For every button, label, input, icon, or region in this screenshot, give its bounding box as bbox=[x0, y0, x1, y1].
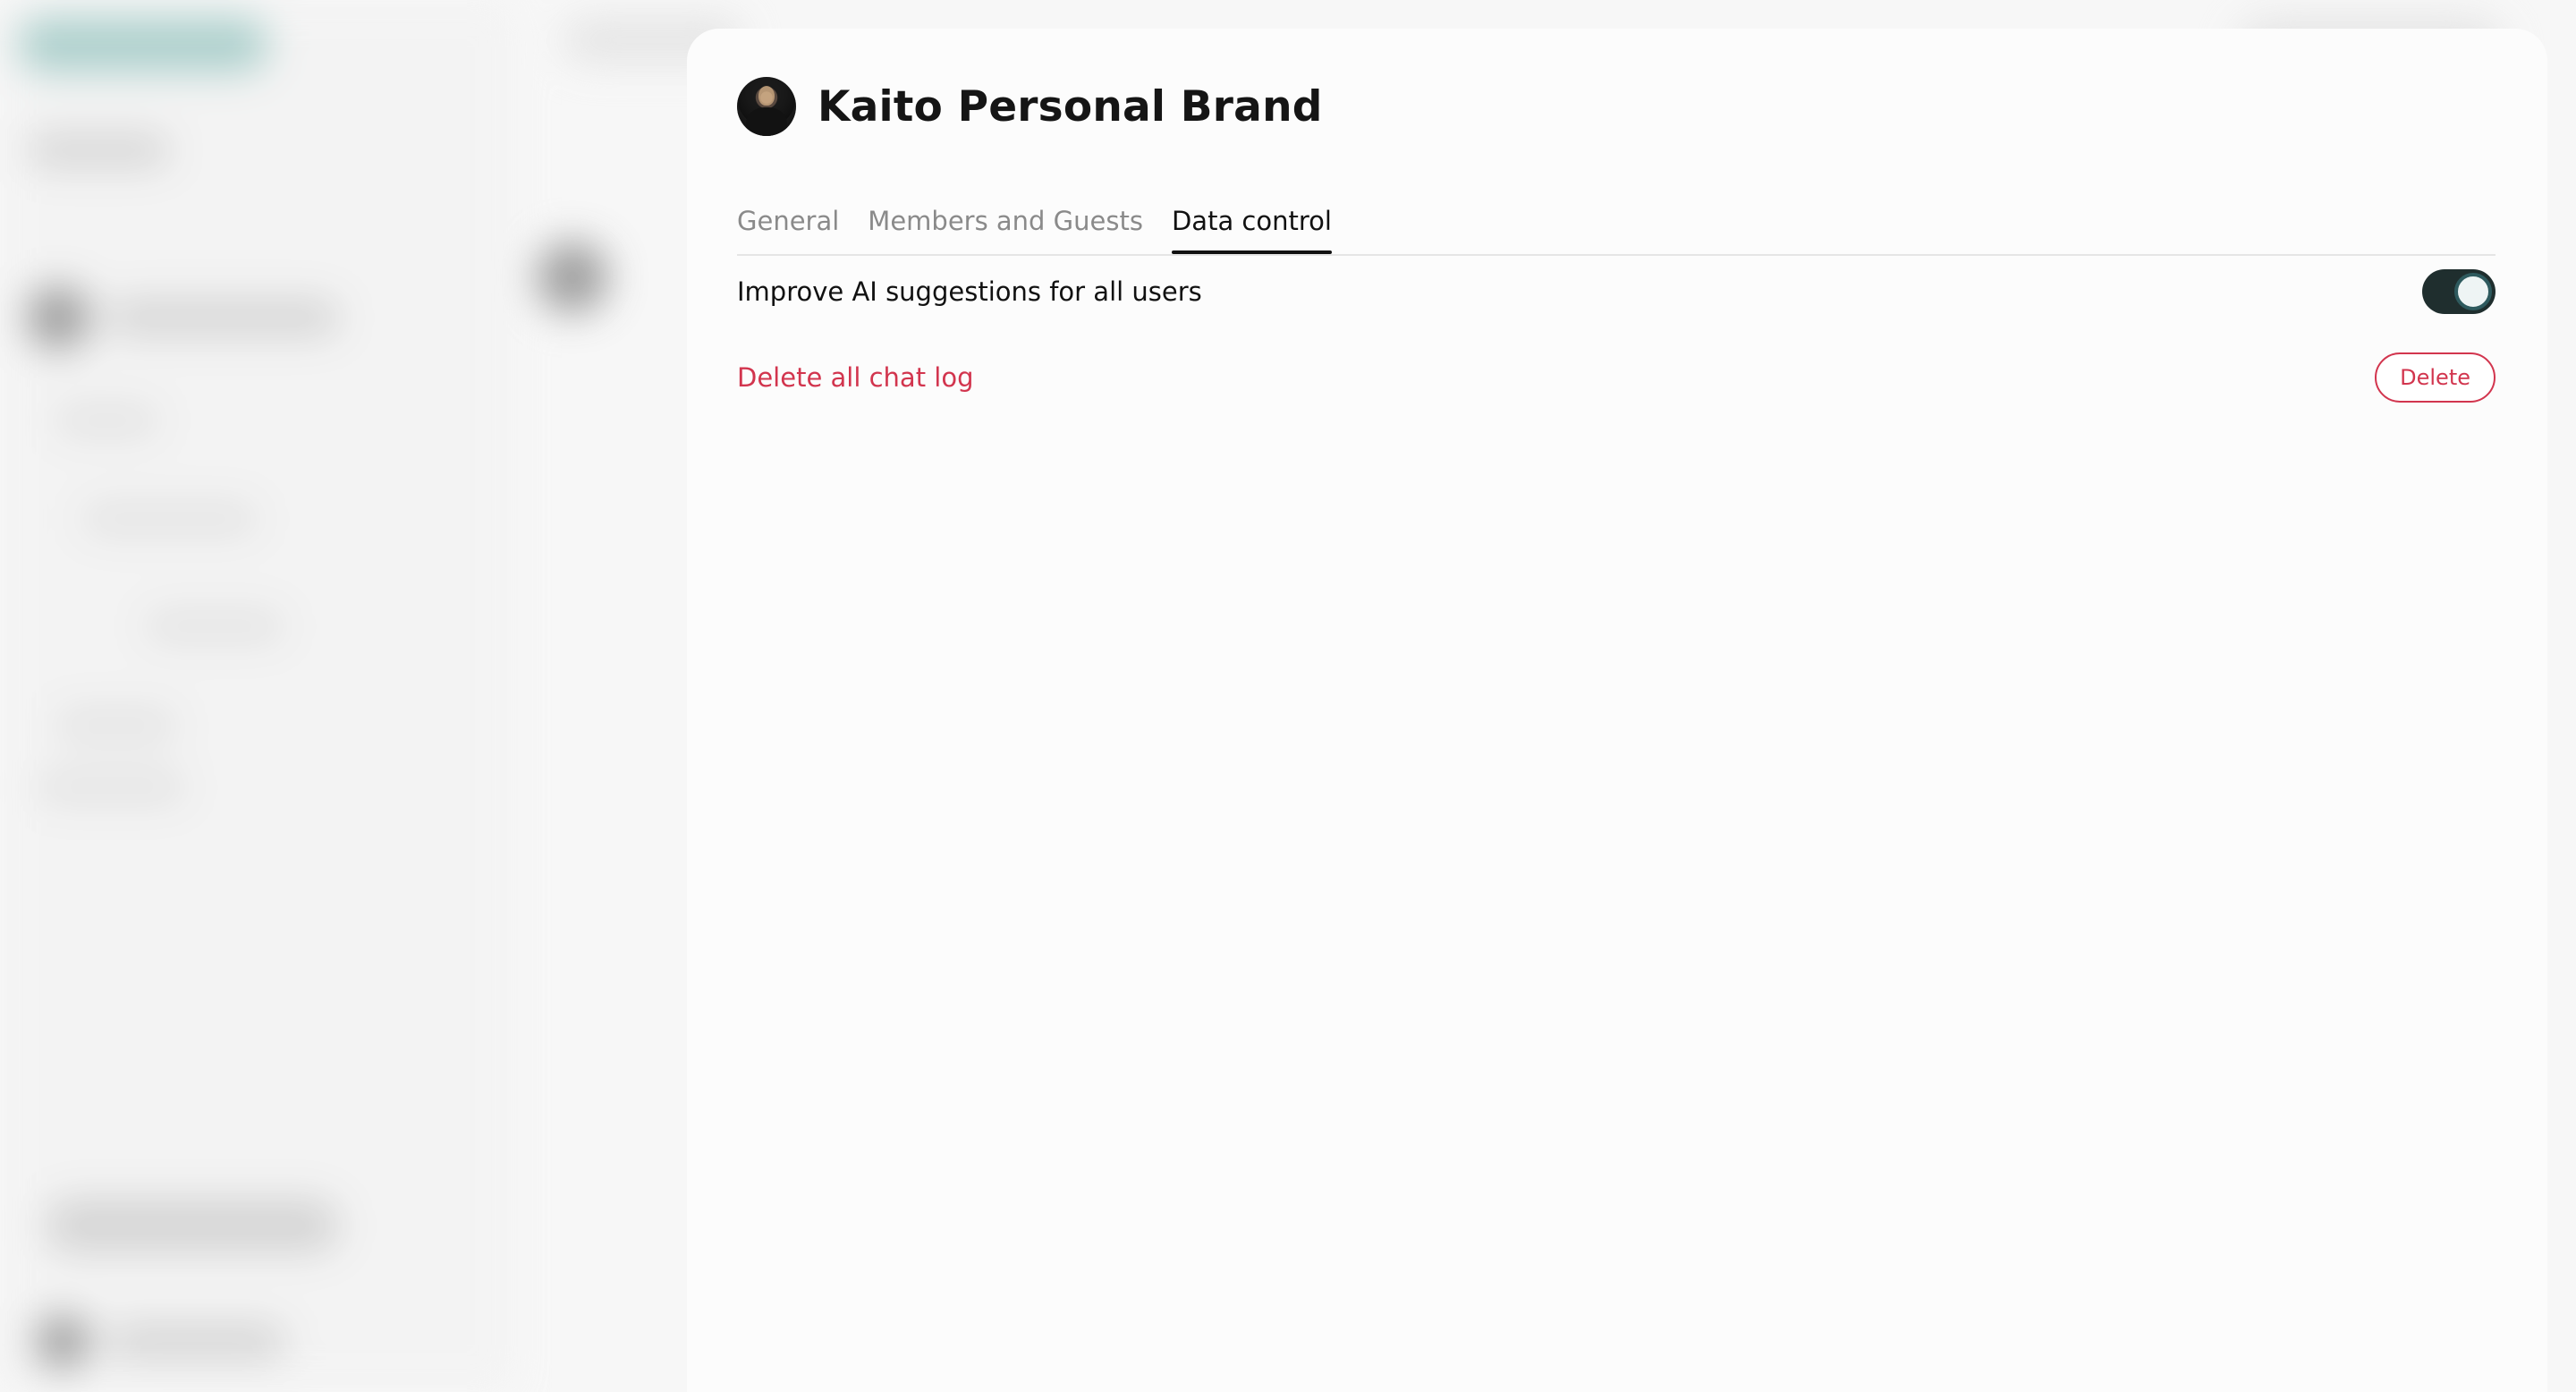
background-avatar bbox=[27, 286, 89, 349]
improve-ai-label: Improve AI suggestions for all users bbox=[737, 276, 1202, 307]
background-sidebar-item bbox=[143, 608, 286, 644]
workspace-avatar bbox=[737, 77, 796, 136]
tab-data-control[interactable]: Data control bbox=[1171, 179, 1332, 254]
workspace-title: Kaito Personal Brand bbox=[818, 81, 1323, 132]
background-sidebar-item bbox=[36, 769, 188, 805]
improve-ai-toggle[interactable] bbox=[2422, 269, 2496, 314]
delete-button[interactable]: Delete bbox=[2375, 352, 2496, 403]
delete-chat-label: Delete all chat log bbox=[737, 362, 974, 393]
modal-header: Kaito Personal Brand bbox=[737, 77, 1323, 136]
background-sidebar-item bbox=[27, 134, 170, 166]
background-user-avatar bbox=[36, 1315, 89, 1369]
background-sidebar-item bbox=[80, 501, 259, 537]
delete-chat-setting-row: Delete all chat log Delete bbox=[737, 351, 2496, 404]
workspace-settings-modal: Kaito Personal Brand General Members and… bbox=[687, 29, 2547, 1392]
background-sidebar-item bbox=[107, 300, 340, 335]
background-sidebar-item bbox=[54, 707, 179, 743]
settings-tabs: General Members and Guests Data control bbox=[737, 179, 2496, 256]
background-sidebar-item bbox=[54, 403, 161, 438]
tab-members-and-guests[interactable]: Members and Guests bbox=[868, 179, 1143, 252]
background-user-name bbox=[107, 1324, 286, 1360]
background-sidebar bbox=[0, 0, 514, 1392]
background-logo bbox=[18, 18, 268, 72]
toggle-knob bbox=[2454, 273, 2492, 310]
improve-ai-setting-row: Improve AI suggestions for all users bbox=[737, 261, 2496, 322]
background-card-avatar bbox=[537, 242, 608, 313]
background-sidebar-footer bbox=[45, 1199, 340, 1252]
tab-general[interactable]: General bbox=[737, 179, 839, 252]
